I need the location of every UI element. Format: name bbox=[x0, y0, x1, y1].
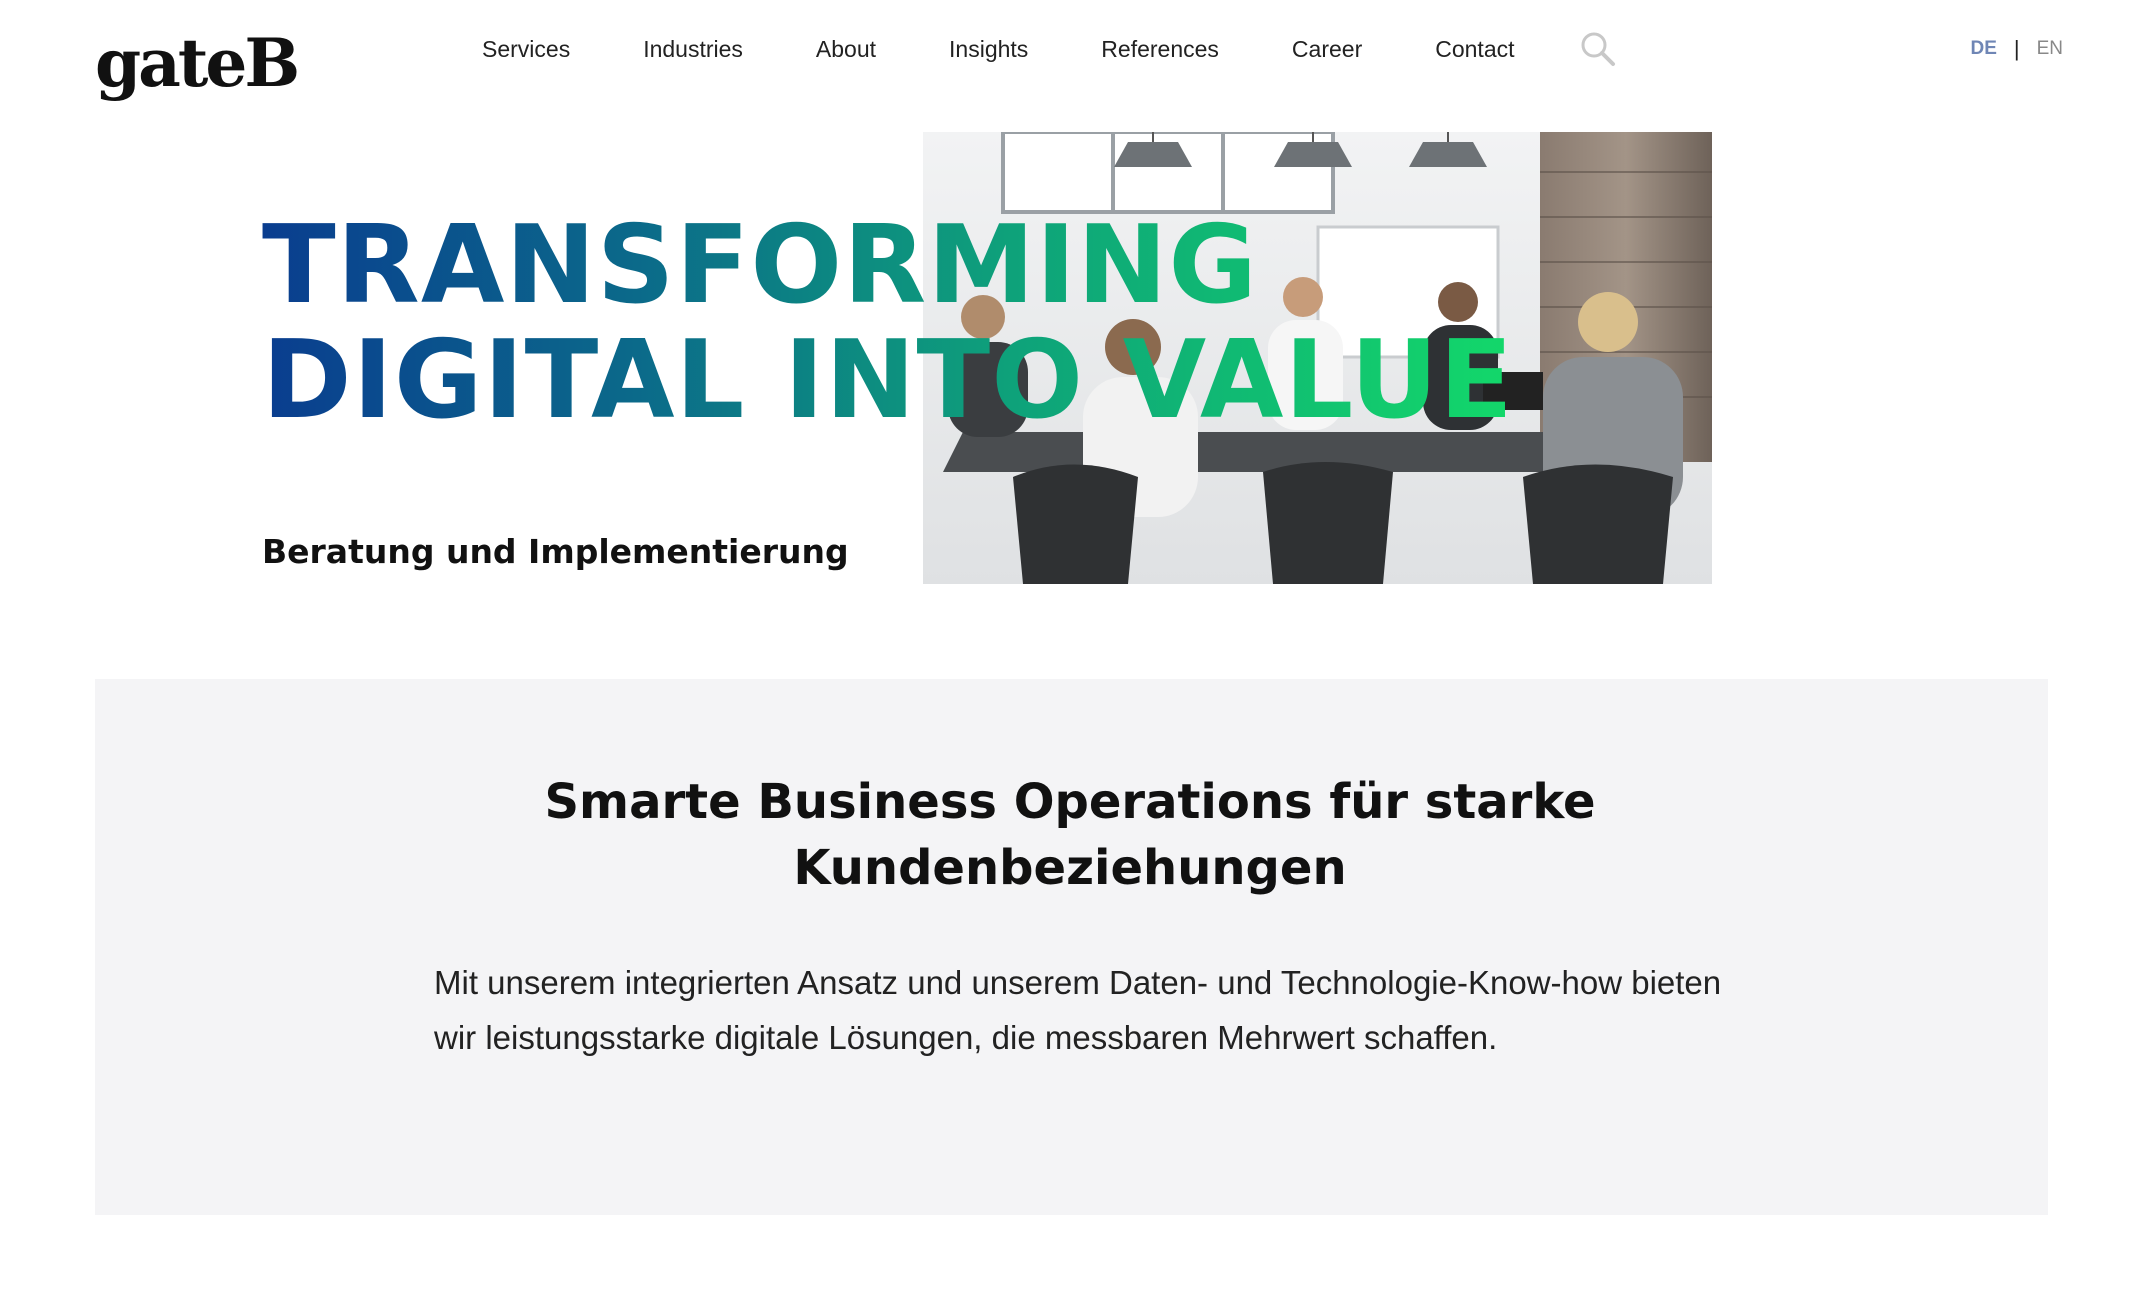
nav-industries[interactable]: Industries bbox=[643, 36, 743, 63]
language-switcher: DE | EN bbox=[1970, 36, 2063, 62]
nav-insights[interactable]: Insights bbox=[949, 36, 1028, 63]
nav-services[interactable]: Services bbox=[482, 36, 570, 63]
nav-career[interactable]: Career bbox=[1292, 36, 1362, 63]
headline-line-1: TRANSFORMING bbox=[262, 203, 1259, 328]
hero-headline: TRANSFORMING DIGITAL INTO VALUE bbox=[262, 208, 1514, 438]
search-icon[interactable] bbox=[1579, 30, 1617, 68]
intro-text: Mit unserem integrierten Ansatz und unse… bbox=[434, 964, 1722, 1056]
nav-about[interactable]: About bbox=[816, 36, 876, 63]
intro-title: Smarte Business Operations für starke Ku… bbox=[544, 774, 1596, 896]
gateb-logo[interactable]: gateB bbox=[95, 30, 300, 96]
hero-subtitle: Beratung und Implementierung bbox=[262, 532, 849, 571]
nav-references[interactable]: References bbox=[1101, 36, 1219, 63]
nav-contact[interactable]: Contact bbox=[1435, 36, 1514, 63]
intro-panel: Smarte Business Operations für starke Ku… bbox=[95, 679, 2048, 1215]
main-nav: Services Industries About Insights Refer… bbox=[482, 28, 1617, 70]
lang-en-link[interactable]: EN bbox=[2037, 38, 2063, 60]
headline-line-2: DIGITAL INTO VALUE bbox=[262, 318, 1514, 443]
lang-de-link[interactable]: DE bbox=[1970, 38, 1996, 60]
lang-separator: | bbox=[2013, 36, 2020, 61]
